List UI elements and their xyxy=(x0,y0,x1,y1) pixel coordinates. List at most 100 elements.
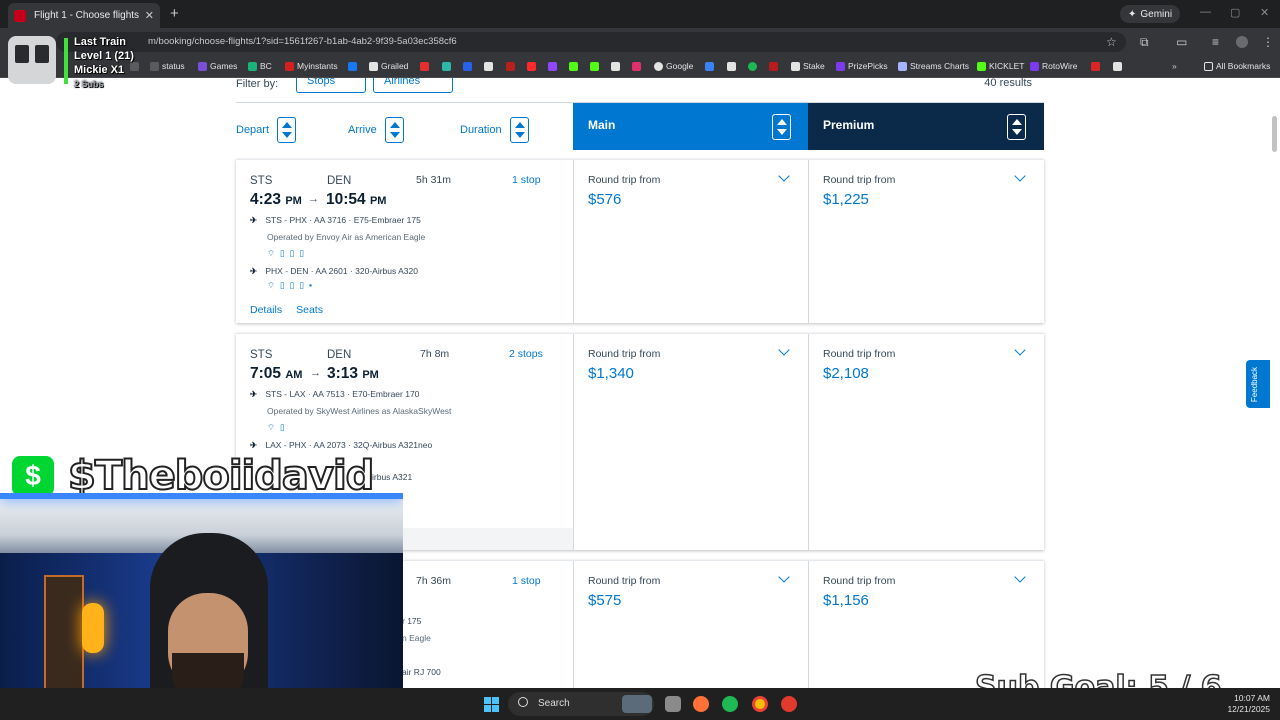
url-field[interactable]: m/booking/choose-flights/1?sid=1561f267-… xyxy=(56,32,1126,52)
bookmark-icon[interactable] xyxy=(769,62,778,71)
sort-duration[interactable]: Duration xyxy=(460,117,529,143)
flight-card: STS DEN 5h 31m 1 stop 4:23 PM → 10:54 PM… xyxy=(236,159,1044,323)
chevron-down-icon[interactable] xyxy=(1014,170,1026,182)
overlay-viewer: Mickie X1 xyxy=(74,64,125,76)
profile-avatar[interactable] xyxy=(1236,36,1248,48)
chevron-down-icon[interactable] xyxy=(1014,344,1026,356)
youtube-bookmark-icon[interactable] xyxy=(527,62,536,71)
bookmark-rotowire[interactable]: RotoWire xyxy=(1030,61,1077,71)
sort-arrive[interactable]: Arrive xyxy=(348,117,404,143)
feedback-tab[interactable]: Feedback xyxy=(1246,360,1270,408)
stops-link[interactable]: 2 stops xyxy=(509,348,543,360)
bookmark-stake[interactable]: Stake xyxy=(791,61,825,71)
premium-cabin-header[interactable]: Premium xyxy=(808,103,1044,150)
amenity-icons: ⌔▯ xyxy=(267,422,290,432)
sort-depart[interactable]: Depart xyxy=(236,117,297,143)
main-cabin-label: Main xyxy=(588,118,616,132)
chrome-icon[interactable] xyxy=(752,696,768,712)
bookmark-kicklet[interactable]: KICKLET xyxy=(977,61,1024,71)
sort-arrive-label: Arrive xyxy=(348,124,377,136)
sort-depart-label: Depart xyxy=(236,124,270,136)
sort-arrows-icon[interactable] xyxy=(1007,114,1026,140)
bookmark-google[interactable]: Google xyxy=(654,61,693,71)
twitch-bookmark-icon[interactable] xyxy=(548,62,557,71)
more-menu-icon[interactable]: ⋮ xyxy=(1262,35,1274,49)
chevron-down-icon[interactable] xyxy=(778,344,790,356)
page-scrollbar[interactable] xyxy=(1272,116,1277,152)
flight-duration: 7h 8m xyxy=(420,348,450,360)
amazon-bookmark-icon[interactable] xyxy=(727,62,736,71)
premium-fare-cell[interactable]: Round trip from $1,156 xyxy=(808,561,1044,688)
system-clock[interactable]: 10:07 AM 12/21/2025 xyxy=(1227,693,1270,715)
all-bookmarks[interactable]: All Bookmarks xyxy=(1204,61,1270,71)
file-explorer-icon[interactable] xyxy=(665,696,681,712)
facebook-bookmark-icon[interactable] xyxy=(348,62,357,71)
bookmark-icon[interactable] xyxy=(506,62,515,71)
bookmark-prizepicks[interactable]: PrizePicks xyxy=(836,61,888,71)
bookmark-myinstants[interactable]: Myinstants xyxy=(285,61,338,71)
search-highlight-icon[interactable] xyxy=(622,695,652,713)
bookmark-icon[interactable] xyxy=(1113,62,1122,71)
bookmark-icon[interactable] xyxy=(442,62,451,71)
windows-start-icon[interactable] xyxy=(484,697,499,712)
filter-row: Filter by: Stops Airlines 40 results xyxy=(236,78,1046,96)
sidepanel-icon[interactable]: ▭ xyxy=(1176,35,1187,49)
bookmark-icon[interactable] xyxy=(420,62,429,71)
bookmark-status[interactable]: status xyxy=(150,61,185,71)
instagram-bookmark-icon[interactable] xyxy=(632,62,641,71)
details-link[interactable]: Details xyxy=(250,304,282,316)
bookmark-icon[interactable] xyxy=(705,62,714,71)
bookmark-bc[interactable]: BC xyxy=(248,61,272,71)
streaming-app-icon[interactable] xyxy=(781,696,797,712)
bookmark-icon[interactable] xyxy=(484,62,493,71)
depart-time: 7:05 AM xyxy=(250,365,303,382)
bookmark-icon xyxy=(285,61,294,71)
results-count: 40 results xyxy=(984,78,1032,89)
main-fare-cell[interactable]: Round trip from $1,340 xyxy=(573,334,808,550)
main-fare-cell[interactable]: Round trip from $575 xyxy=(573,561,808,688)
flight-details: STS DEN 5h 31m 1 stop 4:23 PM → 10:54 PM… xyxy=(236,160,573,323)
filter-label: Filter by: xyxy=(236,78,279,90)
browser-tab[interactable]: Flight 1 - Choose flights - Ame ✕ xyxy=(8,3,160,28)
chevron-down-icon[interactable] xyxy=(778,170,790,182)
sort-arrows-icon[interactable] xyxy=(384,117,404,143)
spotify-bookmark-icon[interactable] xyxy=(748,62,757,71)
firefox-icon[interactable] xyxy=(693,696,709,712)
stops-filter-button[interactable]: Stops xyxy=(296,78,366,93)
bookmark-icon[interactable] xyxy=(463,62,472,71)
bookmark-streams-charts[interactable]: Streams Charts xyxy=(898,61,969,71)
main-fare-cell[interactable]: Round trip from $576 xyxy=(573,160,808,323)
chevron-down-icon[interactable] xyxy=(1014,571,1026,583)
chevron-down-icon[interactable] xyxy=(778,571,790,583)
bookmark-star-icon[interactable]: ☆ xyxy=(1106,35,1117,49)
premium-fare-cell[interactable]: Round trip from $1,225 xyxy=(808,160,1044,323)
kick-bookmark-icon[interactable] xyxy=(590,62,599,71)
stops-link[interactable]: 1 stop xyxy=(512,174,541,186)
stops-link[interactable]: 1 stop xyxy=(512,575,541,587)
sort-arrows-icon[interactable] xyxy=(509,117,529,143)
extensions-icon[interactable]: ⧉ xyxy=(1140,35,1149,50)
airlines-filter-button[interactable]: Airlines xyxy=(373,78,453,93)
new-tab-icon[interactable]: + xyxy=(170,5,179,22)
spotify-icon[interactable] xyxy=(722,696,738,712)
segment-2: ✈ PHX - DEN · AA 2601 · 320-Airbus A320 xyxy=(250,266,418,276)
kick-bookmark-icon[interactable] xyxy=(569,62,578,71)
segment-1-partial: r 175 xyxy=(402,616,422,626)
window-close-icon[interactable]: ✕ xyxy=(1260,6,1269,19)
menu-lines-icon[interactable]: ≡ xyxy=(1212,35,1219,49)
gemini-button[interactable]: ✦ Gemini xyxy=(1120,5,1181,23)
bookmarks-overflow-icon[interactable]: » xyxy=(1172,61,1177,71)
minimize-icon[interactable]: — xyxy=(1200,6,1211,18)
bookmark-games[interactable]: Games xyxy=(198,61,237,71)
premium-fare-cell[interactable]: Round trip from $2,108 xyxy=(808,334,1044,550)
sort-arrows-icon[interactable] xyxy=(772,114,791,140)
bookmark-icon[interactable] xyxy=(1091,62,1100,71)
bookmark-grailed[interactable]: Grailed xyxy=(369,61,408,71)
close-tab-icon[interactable]: ✕ xyxy=(145,9,154,22)
x-bookmark-icon[interactable] xyxy=(611,62,620,71)
seats-link[interactable]: Seats xyxy=(296,304,323,316)
maximize-icon[interactable]: ▢ xyxy=(1230,6,1240,19)
sort-arrows-icon[interactable] xyxy=(277,117,297,143)
main-cabin-header[interactable]: Main xyxy=(573,103,809,150)
sort-header: Depart Arrive Duration Main Premium xyxy=(236,102,1044,150)
